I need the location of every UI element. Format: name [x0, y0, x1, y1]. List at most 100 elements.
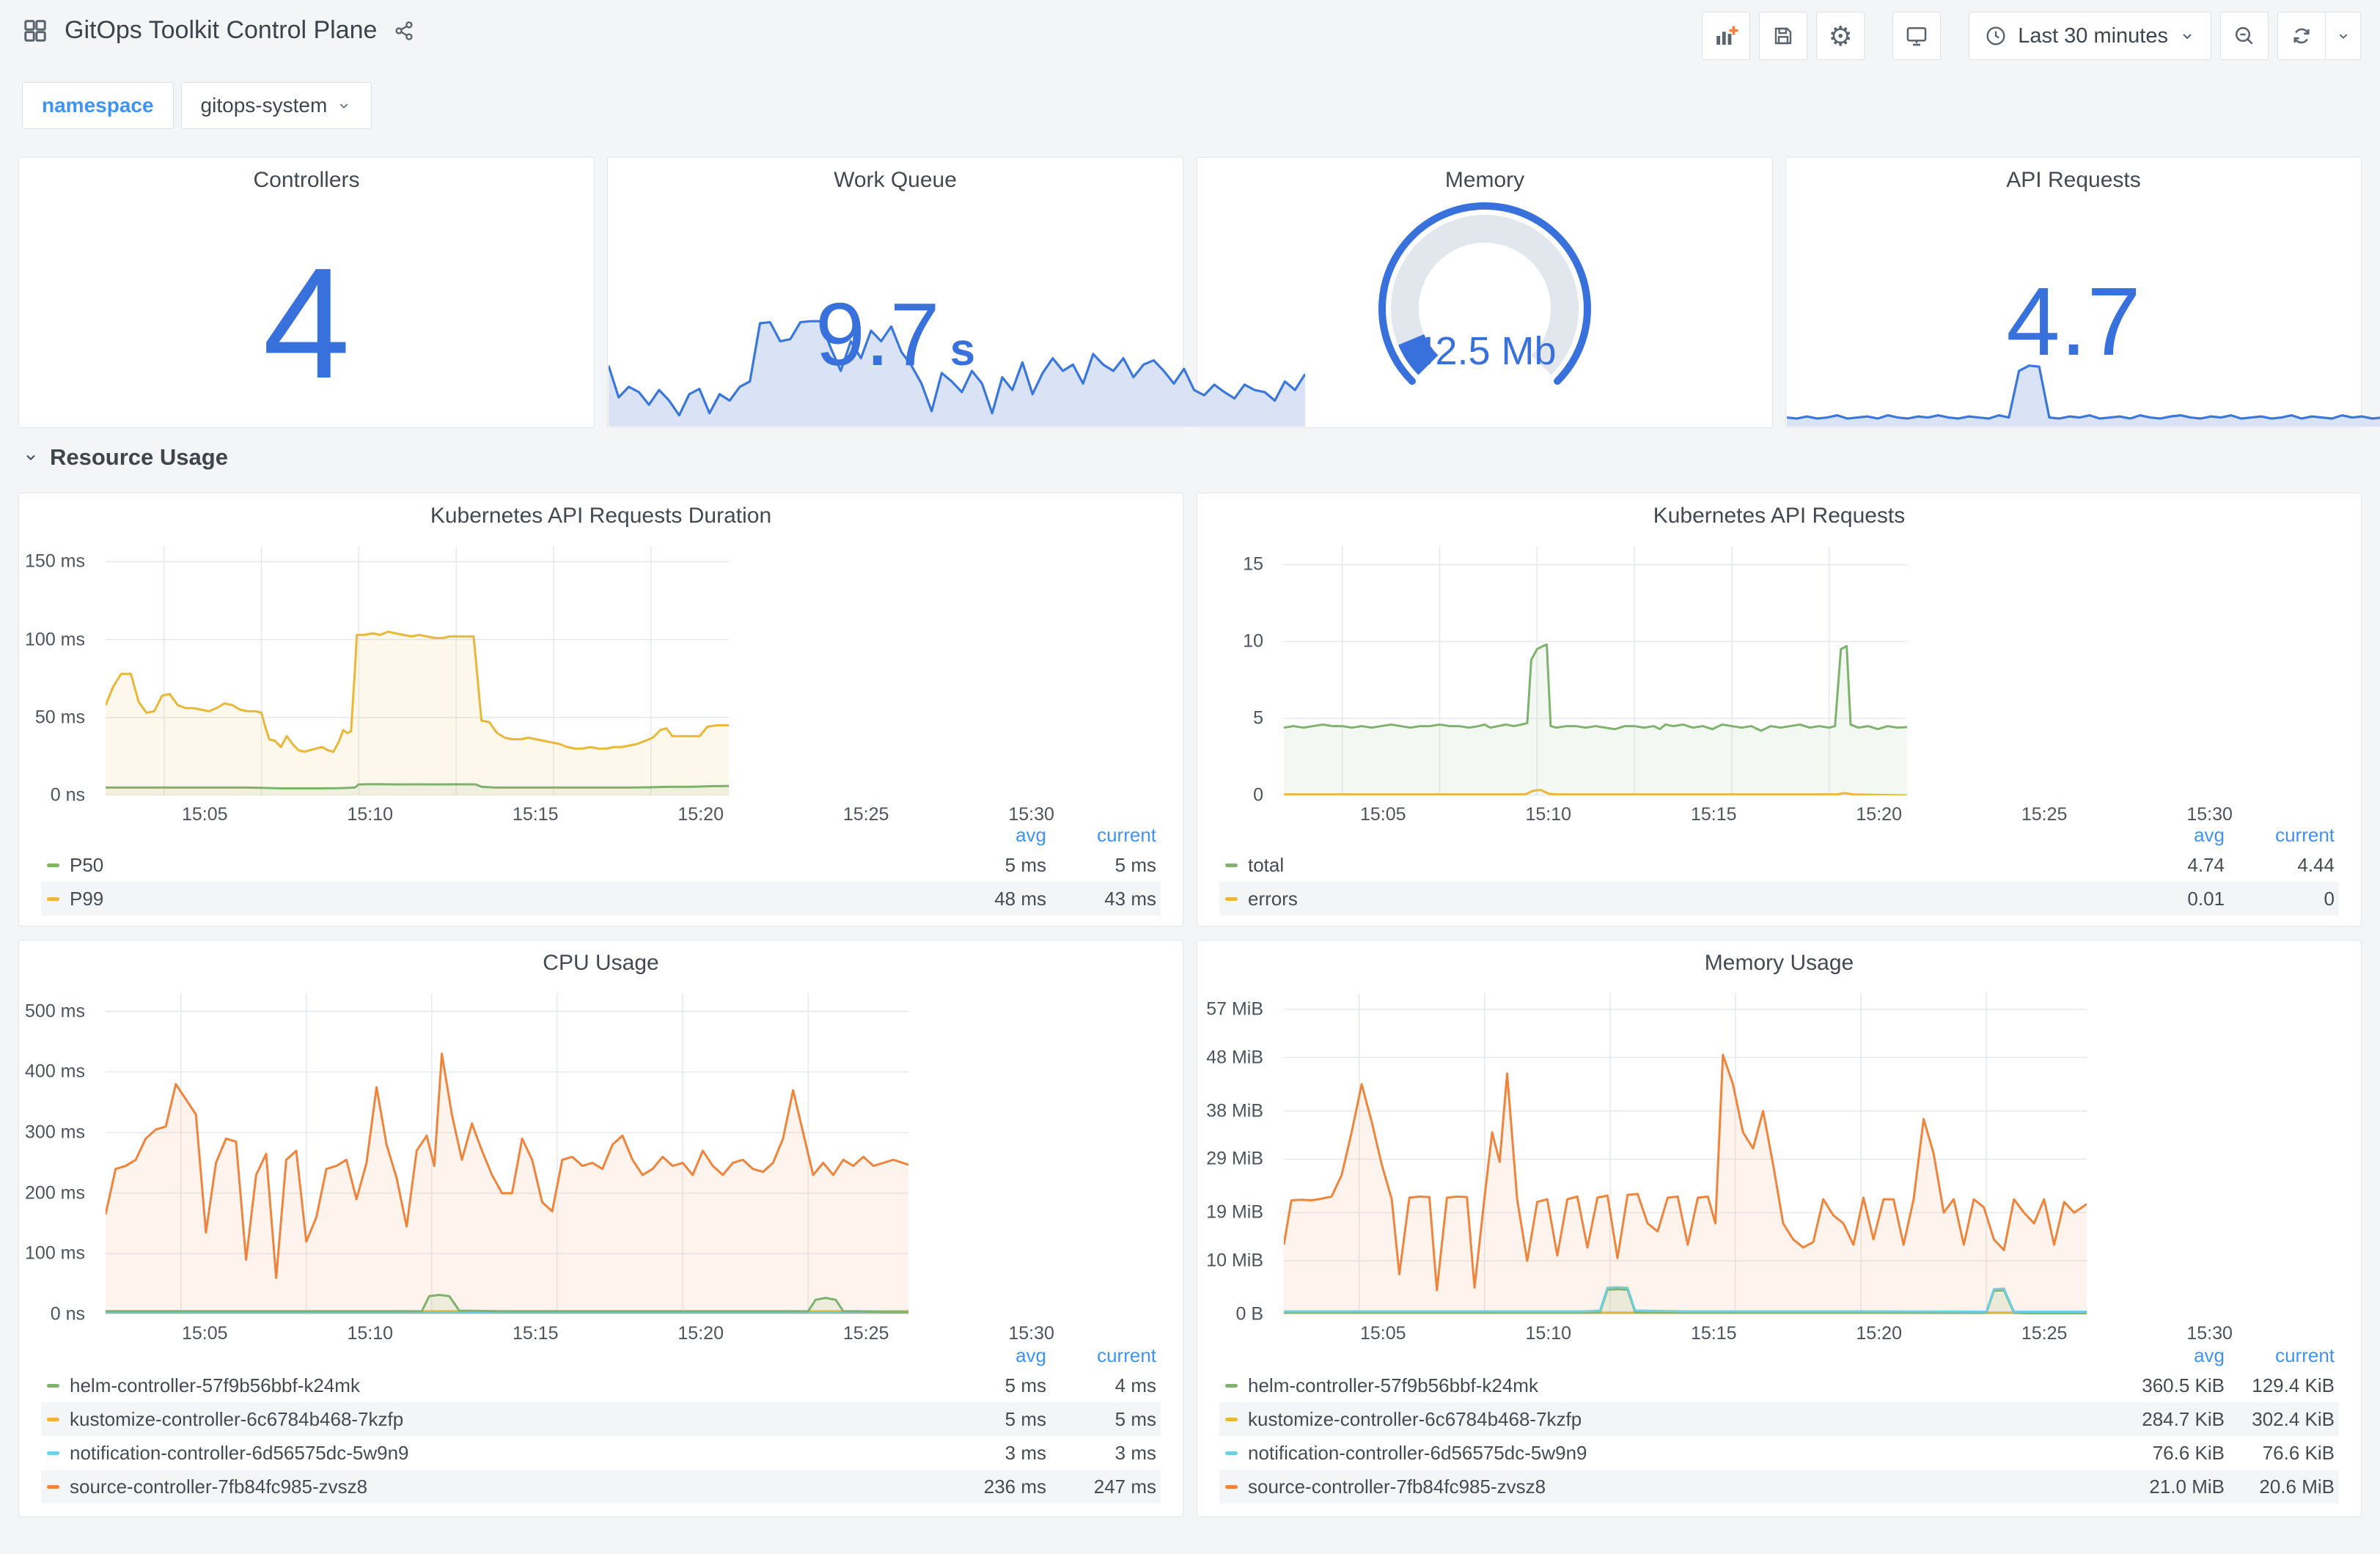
y-axis-tick-label: 300 ms — [25, 1122, 85, 1143]
series-avg-value: 5 ms — [1004, 1374, 1046, 1396]
y-axis-tick-label: 0 — [1253, 784, 1263, 806]
legend-sort-avg[interactable]: avg — [941, 824, 1051, 847]
series-name: notification-controller-6d56575dc-5w9n9 — [70, 1441, 409, 1464]
legend-row[interactable]: P99 48 ms 43 ms — [41, 882, 1161, 916]
time-series-plot[interactable] — [1284, 546, 1907, 795]
legend-sort-avg[interactable]: avg — [2119, 1344, 2229, 1367]
legend-sort-current[interactable]: current — [1051, 1344, 1161, 1367]
dashboard-title: GitOps Toolkit Control Plane — [65, 16, 378, 44]
series-current-value: 76.6 KiB — [2262, 1441, 2335, 1464]
y-axis: 0 ns 100 ms 200 ms 300 ms 400 ms 500 ms — [19, 993, 95, 1324]
dashboard-header: GitOps Toolkit Control Plane ⚙ Last 30 m… — [0, 0, 2380, 70]
save-icon — [1771, 24, 1795, 48]
x-axis-tick-label: 15:15 — [1690, 1323, 1737, 1344]
y-axis-tick-label: 100 ms — [25, 629, 85, 649]
section-resource-usage[interactable]: Resource Usage — [22, 444, 228, 471]
x-axis-tick-label: 15:05 — [1360, 1323, 1406, 1344]
series-name: helm-controller-57f9b56bbf-k24mk — [70, 1374, 360, 1396]
time-series-plot[interactable] — [1284, 993, 2087, 1314]
legend-sort-current[interactable]: current — [2229, 1344, 2339, 1367]
zoom-out-button[interactable] — [2220, 12, 2269, 60]
template-variables-row: namespace gitops-system — [22, 82, 372, 129]
refresh-interval-dropdown[interactable] — [2326, 12, 2361, 60]
gauge-value: 42.5 Mb — [1413, 329, 1556, 373]
series-current-value: 129.4 KiB — [2252, 1374, 2335, 1396]
legend-row[interactable]: errors 0.01 0 — [1219, 882, 2339, 916]
x-axis-tick-label: 15:30 — [2186, 1323, 2233, 1344]
legend-row[interactable]: helm-controller-57f9b56bbf-k24mk 5 ms 4 ms — [41, 1369, 1161, 1402]
y-axis-tick-label: 29 MiB — [1206, 1148, 1263, 1169]
legend-row[interactable]: helm-controller-57f9b56bbf-k24mk 360.5 Ki… — [1219, 1369, 2339, 1402]
y-axis-tick-label: 150 ms — [25, 550, 85, 572]
section-title: Resource Usage — [50, 444, 228, 470]
series-avg-value: 5 ms — [1004, 853, 1046, 876]
series-current-value: 4.44 — [2297, 853, 2335, 876]
chevron-down-icon — [336, 97, 352, 114]
series-color-swatch — [47, 1451, 59, 1455]
legend-header: avg current — [41, 1342, 1161, 1369]
share-icon[interactable] — [393, 20, 415, 42]
series-color-swatch — [1225, 1383, 1238, 1388]
legend-sort-avg[interactable]: avg — [2119, 824, 2229, 847]
x-axis-tick-label: 15:05 — [182, 1323, 228, 1344]
zoom-out-icon — [2233, 24, 2256, 48]
x-axis-tick-label: 15:15 — [512, 1323, 559, 1344]
panel-title[interactable]: Work Queue — [608, 168, 1183, 193]
gear-icon: ⚙ — [1828, 20, 1853, 52]
series-color-swatch — [1225, 863, 1238, 867]
legend-sort-avg[interactable]: avg — [941, 1344, 1051, 1367]
x-axis-tick-label: 15:30 — [1008, 1323, 1054, 1344]
legend-row[interactable]: kustomize-controller-6c6784b468-7kzfp 5 m… — [41, 1402, 1161, 1436]
panel-title[interactable]: CPU Usage — [19, 951, 1183, 976]
y-axis-tick-label: 57 MiB — [1206, 998, 1263, 1020]
series-current-value: 4 ms — [1114, 1374, 1156, 1396]
time-range-picker[interactable]: Last 30 minutes — [1969, 12, 2211, 60]
panel-kubernetes-api-requests: Kubernetes API Requests 0 5 10 15 15:05 15:1… — [1197, 493, 2362, 927]
clock-icon — [1984, 24, 2008, 48]
panel-title[interactable]: Memory Usage — [1197, 951, 2361, 976]
memory-gauge: 42.5 Mb — [1378, 202, 1591, 385]
dashboard-settings-button[interactable]: ⚙ — [1816, 12, 1865, 60]
series-name: errors — [1248, 887, 1298, 910]
panel-title[interactable]: API Requests — [1786, 168, 2361, 193]
series-current-value: 302.4 KiB — [2252, 1407, 2335, 1430]
panel-title[interactable]: Controllers — [19, 168, 594, 193]
legend-row[interactable]: source-controller-7fb84fc985-zvsz8 236 ms… — [41, 1470, 1161, 1503]
panel-legend: avg current total 4.74 4.44 errors 0.01 0 — [1219, 822, 2339, 916]
legend-sort-current[interactable]: current — [2229, 824, 2339, 847]
tv-mode-button[interactable] — [1892, 12, 1942, 60]
legend-row[interactable]: total 4.74 4.44 — [1219, 848, 2339, 882]
time-series-plot[interactable] — [106, 546, 729, 795]
series-name: helm-controller-57f9b56bbf-k24mk — [1248, 1374, 1538, 1396]
refresh-button[interactable] — [2277, 12, 2326, 60]
namespace-variable-value: gitops-system — [200, 94, 328, 117]
dashboard-toolbar: ⚙ Last 30 minutes — [1702, 12, 2361, 60]
y-axis-tick-label: 100 ms — [25, 1242, 85, 1264]
legend-row[interactable]: kustomize-controller-6c6784b468-7kzfp 284… — [1219, 1402, 2339, 1436]
series-avg-value: 21.0 MiB — [2149, 1475, 2225, 1498]
panel-title[interactable]: Kubernetes API Requests Duration — [19, 504, 1183, 529]
chevron-down-icon — [2335, 28, 2351, 44]
panel-title[interactable]: Kubernetes API Requests — [1197, 504, 2361, 529]
legend-sort-current[interactable]: current — [1051, 824, 1161, 847]
add-panel-button[interactable] — [1702, 12, 1751, 60]
series-avg-value: 360.5 KiB — [2142, 1374, 2225, 1396]
legend-row[interactable]: P50 5 ms 5 ms — [41, 848, 1161, 882]
legend-row[interactable]: notification-controller-6d56575dc-5w9n9 3… — [41, 1436, 1161, 1470]
legend-row[interactable]: source-controller-7fb84fc985-zvsz8 21.0 M… — [1219, 1470, 2339, 1503]
save-dashboard-button[interactable] — [1759, 12, 1808, 60]
y-axis-tick-label: 10 MiB — [1206, 1250, 1263, 1271]
legend-row[interactable]: notification-controller-6d56575dc-5w9n9 7… — [1219, 1436, 2339, 1470]
time-series-plot[interactable] — [106, 993, 908, 1314]
y-axis-tick-label: 48 MiB — [1206, 1047, 1263, 1068]
y-axis-tick-label: 10 — [1243, 630, 1263, 652]
panel-title[interactable]: Memory — [1197, 168, 1772, 193]
x-axis-tick-label: 15:25 — [2021, 1323, 2068, 1344]
panel-legend: avg current P50 5 ms 5 ms P99 48 ms 43 ms — [41, 822, 1161, 916]
series-name: kustomize-controller-6c6784b468-7kzfp — [70, 1407, 404, 1430]
namespace-variable-select[interactable]: gitops-system — [180, 82, 372, 129]
panel-kubernetes-api-requests-duration: Kubernetes API Requests Duration 0 ns 50 … — [18, 493, 1183, 927]
monitor-icon — [1904, 23, 1929, 48]
series-name: kustomize-controller-6c6784b468-7kzfp — [1248, 1407, 1582, 1430]
x-axis-tick-label: 15:10 — [347, 1323, 394, 1344]
